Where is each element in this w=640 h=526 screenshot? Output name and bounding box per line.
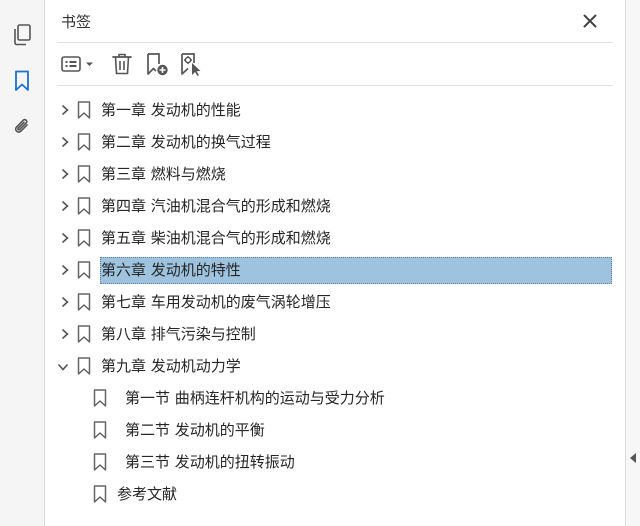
options-menu-icon	[61, 56, 93, 72]
bookmark-icon	[77, 133, 91, 151]
bookmark-label: 第五章 柴油机混合气的形成和燃烧	[101, 229, 331, 247]
panel-title: 书签	[61, 13, 92, 31]
bookmark-icon	[77, 229, 91, 247]
panel-collapse-strip[interactable]	[625, 0, 640, 526]
bookmark-icon	[77, 357, 91, 375]
bookmark-item[interactable]: 第二章 发动机的换气过程	[45, 129, 626, 155]
bookmark-toolbar	[57, 50, 613, 80]
bookmark-label: 第一章 发动机的性能	[101, 101, 241, 119]
bookmark-label: 第八章 排气污染与控制	[101, 325, 256, 343]
bookmark-item[interactable]: 第三章 燃料与燃烧	[45, 161, 626, 187]
bookmark-label: 第三章 燃料与燃烧	[101, 165, 226, 183]
delete-bookmark-icon	[112, 53, 132, 75]
close-panel-button[interactable]	[581, 12, 599, 30]
chevron-down-icon[interactable]	[57, 361, 69, 373]
bookmark-icon	[77, 101, 91, 119]
bookmark-icon	[93, 453, 107, 471]
chevron-right-icon[interactable]	[59, 264, 71, 276]
bookmark-item[interactable]: 第四章 汽油机混合气的形成和燃烧	[45, 193, 626, 219]
new-bookmark-button[interactable]	[143, 50, 171, 78]
bookmark-label: 参考文献	[117, 485, 178, 503]
navigation-rail	[0, 0, 45, 526]
bookmark-item-selected[interactable]: 第六章 发动机的特性	[45, 257, 626, 284]
chevron-right-icon[interactable]	[59, 296, 71, 308]
bookmark-label: 第九章 发动机动力学	[101, 357, 241, 375]
bookmark-label: 第三节 发动机的扭转振动	[125, 453, 295, 471]
divider	[57, 42, 613, 43]
close-icon	[583, 14, 597, 28]
bookmark-label: 第二节 发动机的平衡	[125, 421, 265, 439]
chevron-right-icon[interactable]	[59, 232, 71, 244]
chevron-right-icon[interactable]	[59, 104, 71, 116]
new-bookmark-icon	[147, 53, 168, 76]
bookmark-label: 第六章 发动机的特性	[101, 261, 241, 279]
bookmark-label: 第七章 车用发动机的废气涡轮增压	[101, 293, 331, 311]
bookmark-item[interactable]: 参考文献	[45, 481, 626, 507]
attachment-icon[interactable]	[9, 114, 35, 140]
bookmark-item[interactable]: 第七章 车用发动机的废气涡轮增压	[45, 289, 626, 315]
bookmark-icon	[77, 261, 91, 279]
bookmark-item[interactable]: 第八章 排气污染与控制	[45, 321, 626, 347]
new-bookmark-from-structure-icon	[181, 53, 201, 76]
bookmark-icon	[77, 293, 91, 311]
bookmark-icon	[93, 389, 107, 407]
bookmarks-panel: 书签 第一章 发动机的性能 第二章 发动机的换气过程 第三章 燃料与燃烧 第四章…	[45, 0, 626, 526]
bookmark-item[interactable]: 第五章 柴油机混合气的形成和燃烧	[45, 225, 626, 251]
chevron-right-icon[interactable]	[59, 136, 71, 148]
chevron-right-icon[interactable]	[59, 200, 71, 212]
bookmark-icon	[77, 325, 91, 343]
bookmark-item[interactable]: 第三节 发动机的扭转振动	[45, 449, 626, 475]
bookmark-item[interactable]: 第一节 曲柄连杆机构的运动与受力分析	[45, 385, 626, 411]
bookmark-icon[interactable]	[9, 68, 35, 94]
delete-bookmark-button[interactable]	[109, 50, 135, 78]
bookmark-item[interactable]: 第一章 发动机的性能	[45, 97, 626, 123]
bookmark-icon	[93, 485, 107, 503]
bookmark-icon	[77, 165, 91, 183]
new-bookmark-from-structure-button[interactable]	[177, 50, 205, 78]
options-menu-button[interactable]	[57, 50, 97, 78]
collapse-arrow-icon[interactable]	[628, 452, 638, 464]
pages-icon[interactable]	[9, 22, 35, 48]
bookmark-icon	[77, 197, 91, 215]
bookmark-icon	[93, 421, 107, 439]
chevron-right-icon[interactable]	[59, 328, 71, 340]
bookmark-label: 第二章 发动机的换气过程	[101, 133, 271, 151]
bookmark-label: 第四章 汽油机混合气的形成和燃烧	[101, 197, 331, 215]
bookmark-label: 第一节 曲柄连杆机构的运动与受力分析	[125, 389, 385, 407]
bookmark-item[interactable]: 第二节 发动机的平衡	[45, 417, 626, 443]
bookmark-item[interactable]: 第九章 发动机动力学	[45, 353, 626, 379]
chevron-right-icon[interactable]	[59, 168, 71, 180]
divider	[57, 85, 613, 86]
